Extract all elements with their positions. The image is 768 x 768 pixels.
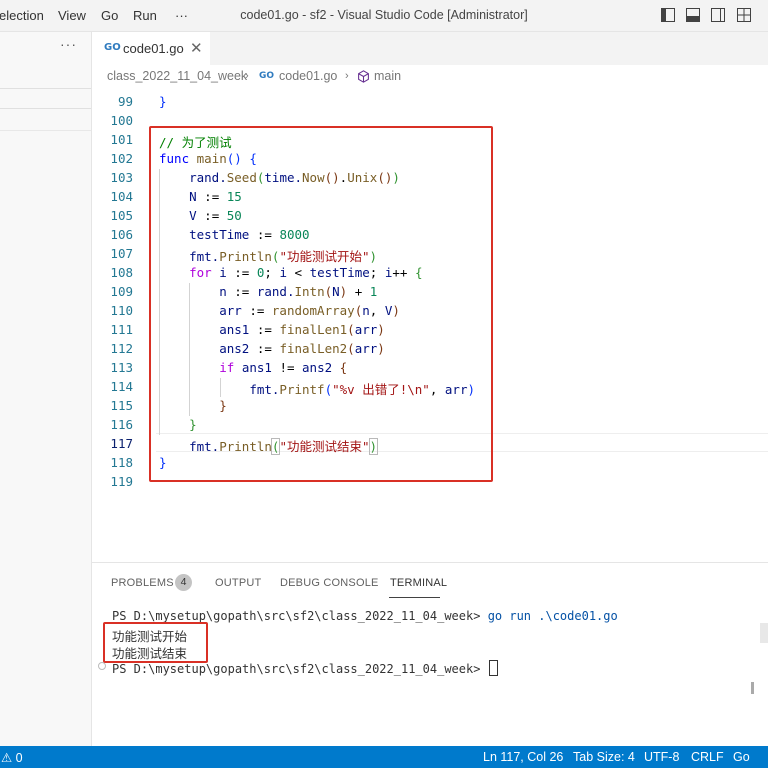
tab-problems[interactable]: PROBLEMS [111, 577, 174, 589]
terminal-command: go run .\code01.go [487, 609, 618, 623]
language-mode[interactable]: Go [733, 750, 750, 764]
breadcrumb-folder[interactable]: class_2022_11_04_week [107, 69, 247, 83]
sidebar-divider [0, 108, 91, 109]
problems-count-badge: 4 [175, 574, 192, 591]
breadcrumb-symbol[interactable]: main [374, 69, 401, 83]
chevron-right-icon: › [245, 70, 249, 82]
tab-terminal[interactable]: TERMINAL [390, 577, 447, 589]
tab-size[interactable]: Tab Size: 4 [573, 750, 635, 764]
customize-layout-icon[interactable] [736, 7, 752, 23]
terminal-prompt: PS D:\mysetup\gopath\src\sf2\class_2022_… [112, 662, 488, 676]
terminal-prompt: PS D:\mysetup\gopath\src\sf2\class_2022_… [112, 609, 488, 623]
line-number: 116 [110, 417, 133, 432]
cursor-position[interactable]: Ln 117, Col 26 [483, 750, 563, 764]
line-number: 107 [110, 246, 133, 261]
status-bar: ⚠ 0 Ln 117, Col 26 Tab Size: 4 UTF-8 CRL… [0, 746, 768, 768]
line-number: 114 [110, 379, 133, 394]
chevron-right-icon: › [345, 70, 349, 82]
sidebar-more-icon[interactable]: ··· [60, 36, 77, 52]
code-line-99: } [159, 94, 167, 109]
command-decoration-icon[interactable] [98, 662, 106, 670]
go-file-icon: GO [104, 42, 121, 53]
sidebar-divider [0, 88, 91, 89]
line-number: 101 [110, 132, 133, 147]
line-number: 104 [110, 189, 133, 204]
close-icon[interactable]: ✕ [190, 39, 203, 57]
encoding[interactable]: UTF-8 [644, 750, 679, 764]
window-title: code01.go - sf2 - Visual Studio Code [Ad… [240, 8, 528, 22]
line-number: 115 [110, 398, 133, 413]
sidebar-divider [0, 130, 91, 131]
breadcrumb-file[interactable]: code01.go [279, 69, 337, 83]
title-bar: election View Go Run ··· code01.go - sf2… [0, 0, 768, 32]
code-token: } [159, 94, 167, 109]
method-cube-icon [358, 70, 369, 83]
terminal-scrollbar[interactable] [760, 623, 768, 643]
bottom-panel: PROBLEMS 4 OUTPUT DEBUG CONSOLE TERMINAL… [92, 562, 768, 747]
toggle-primary-sidebar-icon[interactable] [660, 7, 676, 23]
line-number: 102 [110, 151, 133, 166]
toggle-secondary-sidebar-icon[interactable] [710, 7, 726, 23]
line-number: 117 [110, 436, 133, 451]
terminal-cursor [488, 660, 498, 676]
highlight-box-code [149, 126, 493, 482]
line-number: 106 [110, 227, 133, 242]
line-number: 99 [117, 94, 133, 109]
line-number: 108 [110, 265, 133, 280]
line-number: 118 [110, 455, 133, 470]
line-number: 110 [110, 303, 133, 318]
highlight-box-terminal [103, 622, 208, 663]
tab-debug-console[interactable]: DEBUG CONSOLE [280, 577, 379, 589]
active-tab-indicator [389, 597, 440, 598]
problems-status[interactable]: ⚠ 0 [1, 750, 23, 765]
terminal-scroll-thumb[interactable] [751, 682, 754, 694]
editor-tab-bar: GO code01.go ✕ [92, 32, 768, 65]
line-number: 109 [110, 284, 133, 299]
tab-code01-go[interactable]: GO code01.go ✕ [92, 32, 210, 65]
line-number: 113 [110, 360, 133, 375]
terminal-line: PS D:\mysetup\gopath\src\sf2\class_2022_… [112, 609, 618, 623]
line-number: 119 [110, 474, 133, 489]
line-number: 103 [110, 170, 133, 185]
go-file-icon: GO [259, 71, 275, 81]
line-ending[interactable]: CRLF [691, 750, 724, 764]
toggle-panel-icon[interactable] [685, 7, 701, 23]
line-number: 111 [110, 322, 133, 337]
line-number: 105 [110, 208, 133, 223]
breadcrumb: class_2022_11_04_week › GO code01.go › m… [92, 66, 768, 87]
line-number: 100 [110, 113, 133, 128]
tab-output[interactable]: OUTPUT [215, 577, 261, 589]
tab-label: code01.go [123, 41, 184, 56]
line-number: 112 [110, 341, 133, 356]
explorer-sidebar: ··· [0, 32, 92, 746]
